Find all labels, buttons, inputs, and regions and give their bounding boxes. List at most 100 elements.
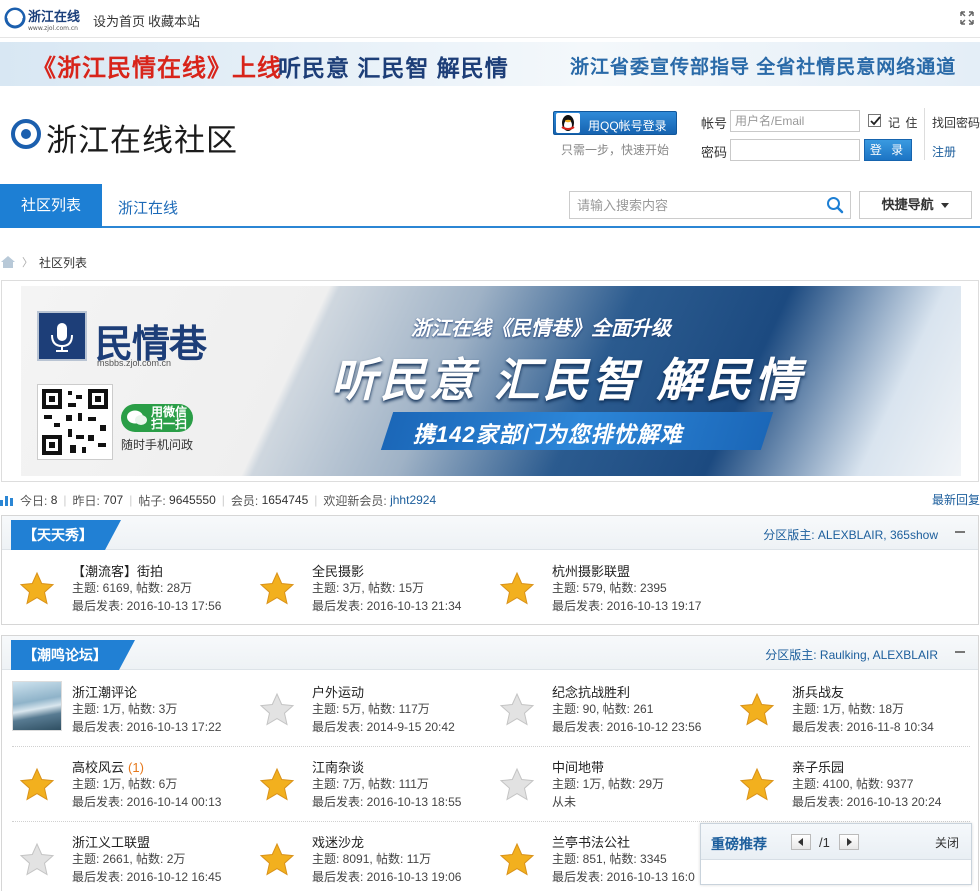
new-member-link[interactable]: jhht2924 — [390, 493, 436, 507]
forum-last-post[interactable]: 最后发表: 2016-10-12 23:56 — [552, 718, 701, 735]
forum-name[interactable]: 浙兵战友 — [792, 682, 844, 701]
forum-last-post[interactable]: 最后发表: 2016-10-13 21:34 — [312, 597, 461, 614]
forum-item[interactable]: 纪念抗战胜利 主题: 90, 帖数: 261 最后发表: 2016-10-12 … — [492, 681, 728, 743]
qq-login-button[interactable]: 用QQ帐号登录 — [553, 111, 677, 135]
collapse-icon[interactable] — [954, 646, 966, 658]
forum-last-post[interactable]: 最后发表: 2016-10-13 17:56 — [72, 597, 221, 614]
today-label: 今日: — [20, 493, 48, 508]
forum-item[interactable]: 江南杂谈 主题: 7万, 帖数: 111万 最后发表: 2016-10-13 1… — [252, 756, 488, 818]
forum-last-post[interactable]: 最后发表: 2016-10-13 17:22 — [72, 718, 221, 735]
forum-item[interactable]: 【潮流客】街拍 主题: 6169, 帖数: 28万 最后发表: 2016-10-… — [12, 560, 248, 622]
qr-code-icon — [37, 384, 113, 460]
home-icon[interactable] — [0, 255, 16, 269]
forum-name[interactable]: 中间地带 — [552, 757, 604, 776]
promo-banner[interactable]: 民情巷 msbbs.zjol.com.cn 用微信 扫一扫 随时手机问政 浙江在… — [1, 280, 979, 482]
promo-brand-url: msbbs.zjol.com.cn — [97, 358, 172, 368]
tab-zjol[interactable]: 浙江在线 — [118, 197, 178, 218]
gray-star-icon — [259, 692, 295, 726]
forum-last-post[interactable]: 最后发表: 2016-10-13 19:17 — [552, 597, 701, 614]
row-divider — [12, 746, 970, 747]
banner-launch-text: 《浙江民情在线》上线 — [32, 54, 282, 82]
group-header: 【潮鸣论坛】 分区版主: Raulking, ALEXBLAIR — [2, 636, 978, 670]
forum-last-post[interactable]: 最后发表: 2016-10-13 18:55 — [312, 793, 461, 810]
password-label: 密码 — [701, 145, 728, 160]
collapse-icon[interactable] — [954, 526, 966, 538]
forum-stats-text: 主题: 1万, 帖数: 18万 — [792, 702, 905, 716]
register-link[interactable]: 注册 — [932, 143, 956, 160]
search-input[interactable] — [571, 193, 821, 217]
group-title[interactable]: 【潮鸣论坛】 — [11, 640, 135, 670]
popup-close-button[interactable]: 关闭 — [935, 834, 959, 851]
prev-page-button[interactable] — [791, 834, 811, 850]
forum-name[interactable]: 高校风云 (1) — [72, 757, 144, 776]
forum-item[interactable]: 中间地带 主题: 1万, 帖数: 29万 从未 — [492, 756, 728, 818]
group-moderators[interactable]: 分区版主: ALEXBLAIR, 365show — [763, 526, 938, 543]
forum-name[interactable]: 杭州摄影联盟 — [552, 561, 630, 580]
forum-name[interactable]: 亲子乐园 — [792, 757, 844, 776]
forum-name[interactable]: 浙江潮评论 — [72, 682, 137, 701]
find-password-link[interactable]: 找回密码 — [932, 114, 980, 131]
forum-item[interactable]: 兰亭书法公社 主题: 851, 帖数: 3345 最后发表: 2016-10-1… — [492, 831, 702, 891]
forum-name[interactable]: 户外运动 — [312, 682, 364, 701]
gray-star-icon — [499, 692, 535, 726]
gold-star-icon — [259, 571, 295, 605]
forum-name[interactable]: 【潮流客】街拍 — [72, 561, 163, 580]
site-name: 浙江在线社区 — [46, 123, 238, 158]
forum-last-post[interactable]: 最后发表: 2016-11-8 10:34 — [792, 718, 934, 735]
forum-last-post[interactable]: 最后发表: 2016-10-13 19:06 — [312, 868, 461, 885]
set-home-link[interactable]: 设为首页 — [93, 11, 145, 30]
account-label: 帐号 — [701, 116, 728, 131]
posts-count: 9645550 — [169, 493, 216, 507]
forum-stats-text: 主题: 1万, 帖数: 6万 — [72, 777, 178, 791]
top-banner[interactable]: 《浙江民情在线》上线 听民意 汇民智 解民情 浙江省委宣传部指导 全省社情民意网… — [0, 42, 980, 86]
forum-last-post[interactable]: 最后发表: 2016-10-13 16:0 — [552, 868, 695, 885]
tab-forum-list[interactable]: 社区列表 — [0, 184, 102, 228]
new-post-count: (1) — [128, 760, 144, 775]
forum-item[interactable]: 高校风云 (1) 主题: 1万, 帖数: 6万 最后发表: 2016-10-14 … — [12, 756, 248, 818]
forum-item[interactable]: 亲子乐园 主题: 4100, 帖数: 9377 最后发表: 2016-10-13… — [732, 756, 968, 818]
group-moderators[interactable]: 分区版主: Raulking, ALEXBLAIR — [765, 646, 938, 663]
check-icon — [870, 116, 881, 126]
account-input[interactable] — [730, 110, 860, 132]
forum-name-text[interactable]: 高校风云 — [72, 760, 124, 775]
forum-name[interactable]: 纪念抗战胜利 — [552, 682, 630, 701]
site-logo[interactable]: 浙江在线社区 — [10, 115, 250, 158]
forum-last-post[interactable]: 最后发表: 2016-10-13 20:24 — [792, 793, 941, 810]
login-button[interactable]: 登 录 — [864, 139, 912, 161]
forum-item[interactable]: 浙兵战友 主题: 1万, 帖数: 18万 最后发表: 2016-11-8 10:… — [732, 681, 968, 743]
remember-checkbox[interactable] — [868, 114, 881, 127]
forum-item[interactable]: 浙江义工联盟 主题: 2661, 帖数: 2万 最后发表: 2016-10-12… — [12, 831, 248, 891]
forum-stats-text: 主题: 851, 帖数: 3345 — [552, 852, 667, 866]
yesterday-count: 707 — [103, 493, 124, 507]
search-icon[interactable] — [826, 196, 844, 214]
forum-last-post[interactable]: 最后发表: 2014-9-15 20:42 — [312, 718, 455, 735]
next-page-button[interactable] — [839, 834, 859, 850]
forum-last-post[interactable]: 最后发表: 2016-10-12 16:45 — [72, 868, 221, 885]
forum-item[interactable]: 全民摄影 主题: 3万, 帖数: 15万 最后发表: 2016-10-13 21… — [252, 560, 488, 622]
expand-icon[interactable] — [960, 11, 974, 25]
zjol-logo[interactable]: 浙江在线 www.zjol.com.cn — [4, 6, 86, 32]
welcome-label: 欢迎新会员: — [323, 493, 387, 508]
forum-name[interactable]: 全民摄影 — [312, 561, 364, 580]
forum-item[interactable]: 戏迷沙龙 主题: 8091, 帖数: 11万 最后发表: 2016-10-13 … — [252, 831, 488, 891]
group-title[interactable]: 【天天秀】 — [11, 520, 121, 550]
forum-name[interactable]: 浙江义工联盟 — [72, 832, 150, 851]
wechat-icon — [127, 410, 147, 425]
forum-name[interactable]: 兰亭书法公社 — [552, 832, 630, 851]
forum-item[interactable]: 杭州摄影联盟 主题: 579, 帖数: 2395 最后发表: 2016-10-1… — [492, 560, 728, 622]
latest-reply-link[interactable]: 最新回复 — [932, 491, 980, 508]
bookmark-link[interactable]: 收藏本站 — [148, 11, 200, 30]
forum-name[interactable]: 江南杂谈 — [312, 757, 364, 776]
qq-login-hint: 只需一步，快速开始 — [561, 143, 670, 157]
zjol-logo-icon: 浙江在线 www.zjol.com.cn — [4, 7, 80, 32]
breadcrumb-current: 社区列表 — [39, 255, 88, 270]
password-input[interactable] — [730, 139, 860, 161]
posts-label: 帖子: — [138, 493, 166, 508]
members-label: 会员: — [230, 493, 259, 508]
quick-nav-button[interactable]: 快捷导航 — [859, 191, 972, 219]
forum-last-post[interactable]: 最后发表: 2016-10-14 00:13 — [72, 793, 221, 810]
forum-item[interactable]: 户外运动 主题: 5万, 帖数: 117万 最后发表: 2014-9-15 20… — [252, 681, 488, 743]
forum-item[interactable]: 浙江潮评论 主题: 1万, 帖数: 3万 最后发表: 2016-10-13 17… — [12, 681, 248, 743]
forum-name[interactable]: 戏迷沙龙 — [312, 832, 364, 851]
forum-stats-text: 主题: 8091, 帖数: 11万 — [312, 852, 432, 866]
